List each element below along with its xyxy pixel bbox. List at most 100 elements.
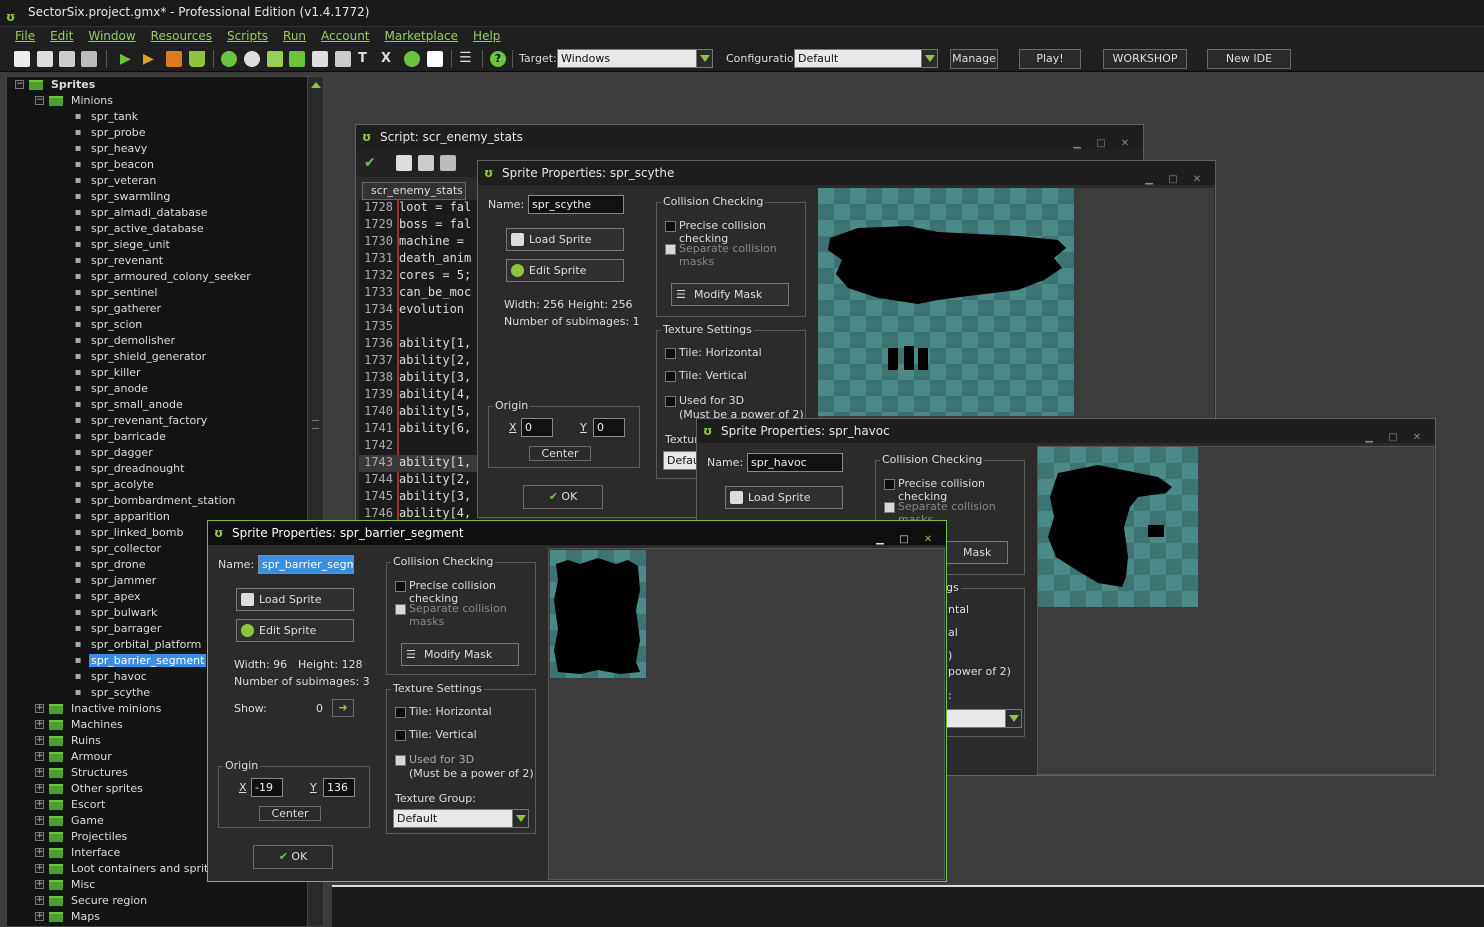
origin-y-field[interactable]: 136: [323, 778, 355, 797]
precise-checkbox[interactable]: [395, 581, 406, 592]
clean-icon[interactable]: [189, 51, 205, 67]
open-project-icon[interactable]: [37, 51, 53, 67]
scroll-up-icon[interactable]: [311, 82, 321, 88]
collapse-icon[interactable]: −: [15, 80, 24, 89]
origin-y-field[interactable]: 0: [593, 418, 625, 437]
help-icon[interactable]: ?: [490, 51, 506, 67]
sprite-window-barrier-segment[interactable]: ʊ Sprite Properties: spr_barrier_segment …: [207, 520, 947, 882]
code-line[interactable]: 1734 evolution: [359, 302, 479, 319]
load-sprite-button[interactable]: Load Sprite: [236, 588, 354, 611]
ok-button[interactable]: ✔ OK: [523, 485, 603, 509]
expand-icon[interactable]: +: [35, 880, 44, 889]
edit-sprite-button[interactable]: Edit Sprite: [236, 619, 354, 642]
new-ide-button[interactable]: New IDE: [1207, 49, 1291, 69]
target-select[interactable]: Windows: [557, 49, 713, 68]
load-sprite-button[interactable]: Load Sprite: [725, 486, 843, 509]
expand-icon[interactable]: +: [35, 720, 44, 729]
ok-button[interactable]: ✔ OK: [253, 845, 333, 869]
play-button[interactable]: Play!: [1019, 49, 1081, 69]
maximize-icon[interactable]: □: [1163, 174, 1183, 187]
texture-group-select[interactable]: Default: [393, 809, 529, 828]
menu-resources[interactable]: Resources: [151, 27, 212, 43]
minimize-icon[interactable]: ▁: [1359, 432, 1379, 445]
minimize-icon[interactable]: ▁: [870, 534, 890, 547]
ok-check-icon[interactable]: ✔: [364, 155, 380, 171]
expand-icon[interactable]: +: [35, 864, 44, 873]
close-icon[interactable]: ✕: [1187, 174, 1207, 187]
barrier-title-bar[interactable]: ʊ Sprite Properties: spr_barrier_segment …: [208, 521, 946, 545]
menu-scripts[interactable]: Scripts: [227, 27, 268, 43]
name-field[interactable]: spr_barrier_segment: [258, 555, 354, 574]
menu-help[interactable]: Help: [473, 27, 500, 43]
expand-icon[interactable]: +: [35, 704, 44, 713]
code-line[interactable]: 1732 cores = 5;: [359, 268, 479, 285]
menu-file[interactable]: File: [15, 27, 35, 43]
code-line[interactable]: 1729 boss = fal: [359, 217, 479, 234]
manage-button[interactable]: Manage: [950, 49, 998, 69]
create-room-icon[interactable]: [427, 51, 443, 67]
code-line[interactable]: 1737 ability[2,: [359, 353, 479, 370]
menu-marketplace[interactable]: Marketplace: [385, 27, 459, 43]
save-icon[interactable]: [59, 51, 75, 67]
modify-mask-button[interactable]: ☰ Modify Mask: [671, 283, 789, 306]
edit-sprite-button[interactable]: Edit Sprite: [506, 259, 624, 282]
code-line[interactable]: 1743 ability[1,: [359, 455, 479, 472]
scythe-title-bar[interactable]: ʊ Sprite Properties: spr_scythe ▁ □ ✕: [478, 161, 1215, 185]
configuration-select[interactable]: Default: [794, 49, 938, 68]
code-line[interactable]: 1731 death_anim: [359, 251, 479, 268]
list-icon[interactable]: ☰: [459, 51, 475, 67]
code-line[interactable]: 1736 ability[1,: [359, 336, 479, 353]
debug-icon[interactable]: ▶: [143, 51, 159, 67]
code-line[interactable]: 1744 ability[2,: [359, 472, 479, 489]
used-3d-checkbox[interactable]: [665, 396, 676, 407]
menu-edit[interactable]: Edit: [50, 27, 73, 43]
name-field[interactable]: spr_scythe: [528, 195, 624, 214]
create-object-icon[interactable]: [404, 51, 420, 67]
create-script-icon[interactable]: [312, 51, 328, 67]
separate-checkbox[interactable]: [884, 502, 895, 513]
code-line[interactable]: 1742: [359, 438, 479, 455]
separate-checkbox[interactable]: [395, 604, 406, 615]
expand-icon[interactable]: +: [35, 912, 44, 921]
modify-mask-button[interactable]: ☰ Modify Mask: [401, 643, 519, 666]
close-icon[interactable]: ✕: [918, 534, 938, 547]
expand-icon[interactable]: +: [35, 784, 44, 793]
code-editor[interactable]: 1728 loot = fal 1729 boss = fal 1730 machine …: [359, 200, 479, 545]
scroll-grip-icon[interactable]: [312, 420, 319, 429]
origin-x-field[interactable]: 0: [521, 418, 553, 437]
new-project-icon[interactable]: [14, 51, 30, 67]
code-line[interactable]: 1730 machine =: [359, 234, 479, 251]
menu-account[interactable]: Account: [321, 27, 369, 43]
create-path-icon[interactable]: [289, 51, 305, 67]
code-line[interactable]: 1728 loot = fal: [359, 200, 479, 217]
export-icon[interactable]: [81, 51, 97, 67]
create-timeline-icon[interactable]: X: [381, 51, 397, 67]
tile-vertical-checkbox[interactable]: [395, 730, 406, 741]
expand-icon[interactable]: +: [35, 736, 44, 745]
create-shader-icon[interactable]: [335, 51, 351, 67]
close-icon[interactable]: ✕: [1407, 432, 1427, 445]
menu-window[interactable]: Window: [88, 27, 135, 43]
script-window-title-bar[interactable]: ʊ Script: scr_enemy_stats ▁ □ ✕: [356, 125, 1143, 149]
next-subimage-arrow-icon[interactable]: ➜: [332, 699, 354, 717]
code-line[interactable]: 1735: [359, 319, 479, 336]
create-font-icon[interactable]: T: [358, 51, 374, 67]
center-button[interactable]: Center: [259, 806, 321, 821]
maximize-icon[interactable]: □: [1383, 432, 1403, 445]
code-line[interactable]: 1739 ability[4,: [359, 387, 479, 404]
save-icon[interactable]: [418, 155, 434, 171]
separate-checkbox[interactable]: [665, 244, 676, 255]
code-line[interactable]: 1745 ability[3,: [359, 489, 479, 506]
tile-horizontal-checkbox[interactable]: [665, 348, 676, 359]
expand-icon[interactable]: +: [35, 800, 44, 809]
tab-scr-enemy-stats[interactable]: scr_enemy_stats ×: [362, 182, 466, 213]
run-icon[interactable]: ▶: [120, 51, 136, 67]
precise-checkbox[interactable]: [665, 221, 676, 232]
create-sprite-icon[interactable]: [221, 51, 237, 67]
create-background-icon[interactable]: [267, 51, 283, 67]
tile-vertical-checkbox[interactable]: [665, 371, 676, 382]
expand-icon[interactable]: +: [35, 832, 44, 841]
expand-icon[interactable]: +: [35, 768, 44, 777]
name-field[interactable]: spr_havoc: [747, 453, 843, 472]
code-line[interactable]: 1741 ability[6,: [359, 421, 479, 438]
